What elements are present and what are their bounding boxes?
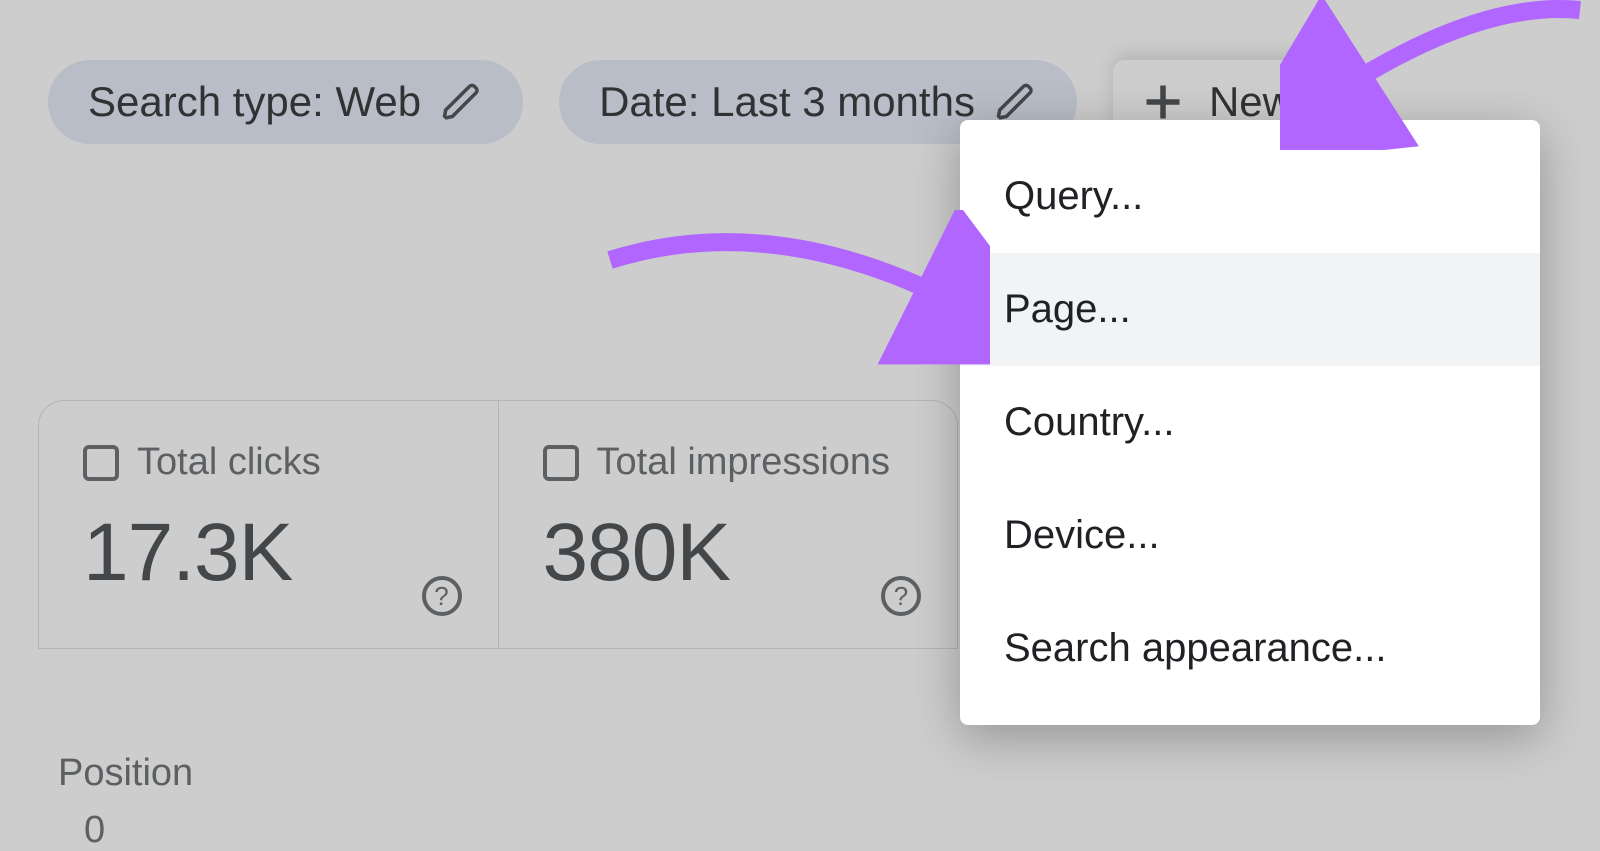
summary-cards: Total clicks 17.3K ? Total impressions 3… [38, 400, 958, 649]
annotation-arrow-page [570, 210, 990, 370]
help-icon[interactable]: ? [881, 576, 921, 616]
search-type-label: Search type: Web [88, 78, 421, 126]
menu-item-page[interactable]: Page... [960, 253, 1540, 366]
new-label: New [1209, 78, 1293, 126]
impressions-label: Total impressions [597, 441, 891, 484]
axis-position-label: Position [58, 752, 193, 795]
axis-tick-0: 0 [84, 809, 193, 851]
card-total-clicks[interactable]: Total clicks 17.3K ? [39, 401, 499, 648]
pencil-icon [441, 81, 483, 123]
card-total-impressions[interactable]: Total impressions 380K ? [499, 401, 958, 648]
pencil-icon [995, 81, 1037, 123]
chart-axis-label: Position 0 [58, 752, 193, 851]
menu-item-search-appearance[interactable]: Search appearance... [960, 592, 1540, 705]
checkbox-icon[interactable] [83, 445, 119, 481]
clicks-value: 17.3K [83, 506, 454, 600]
help-icon[interactable]: ? [422, 576, 462, 616]
menu-item-device[interactable]: Device... [960, 479, 1540, 592]
clicks-label: Total clicks [137, 441, 321, 484]
checkbox-icon[interactable] [543, 445, 579, 481]
plus-icon [1141, 80, 1185, 124]
menu-item-query[interactable]: Query... [960, 140, 1540, 253]
new-filter-menu: Query... Page... Country... Device... Se… [960, 120, 1540, 725]
date-label: Date: Last 3 months [599, 78, 975, 126]
menu-item-country[interactable]: Country... [960, 366, 1540, 479]
search-type-chip[interactable]: Search type: Web [48, 60, 523, 144]
impressions-value: 380K [543, 506, 914, 600]
